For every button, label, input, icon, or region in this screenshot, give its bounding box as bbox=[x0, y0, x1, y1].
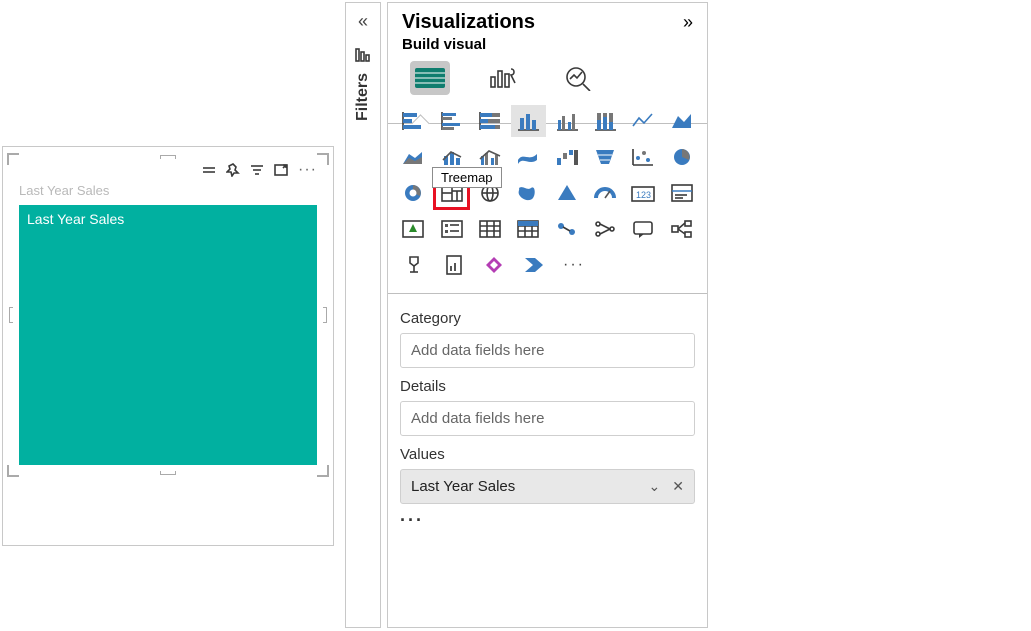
viz-stacked-column[interactable] bbox=[511, 105, 545, 137]
viz-power-apps[interactable] bbox=[476, 249, 512, 281]
well-details[interactable]: Add data fields here bbox=[400, 401, 695, 436]
well-details-label: Details bbox=[400, 378, 695, 395]
well-category-label: Category bbox=[400, 310, 695, 327]
analytics-icon bbox=[564, 65, 592, 91]
report-canvas[interactable]: ··· Last Year Sales Last Year Sales bbox=[2, 146, 334, 546]
build-visual-icon bbox=[414, 67, 446, 89]
viz-donut[interactable] bbox=[396, 177, 430, 209]
viz-line[interactable] bbox=[626, 105, 660, 137]
viz-clustered-bar[interactable] bbox=[434, 105, 468, 137]
visual-toolbar: ··· bbox=[13, 159, 323, 181]
viz-power-automate[interactable] bbox=[516, 249, 552, 281]
viz-paginated[interactable] bbox=[436, 249, 472, 281]
treemap-block-label: Last Year Sales bbox=[27, 211, 124, 227]
remove-field-icon[interactable]: ✕ bbox=[672, 478, 684, 495]
treemap-visual-card: ··· Last Year Sales Last Year Sales bbox=[13, 159, 323, 471]
selected-visual[interactable]: ··· Last Year Sales Last Year Sales bbox=[13, 159, 323, 471]
viz-clustered-column[interactable] bbox=[550, 105, 584, 137]
more-options-icon[interactable]: ··· bbox=[298, 161, 317, 179]
viz-kpi[interactable] bbox=[396, 213, 430, 245]
field-wells: Category Add data fields here Details Ad… bbox=[388, 294, 707, 504]
pin-icon[interactable] bbox=[226, 163, 240, 177]
viz-goals[interactable] bbox=[396, 249, 432, 281]
viz-card[interactable]: 123 bbox=[626, 177, 660, 209]
treemap-block[interactable]: Last Year Sales bbox=[19, 205, 317, 465]
more-options-icon[interactable]: ··· bbox=[388, 504, 707, 537]
visualizations-pane: Visualizations » Build visual Treemap bbox=[387, 2, 708, 628]
viz-stacked-area[interactable] bbox=[396, 141, 430, 173]
viz-pie[interactable] bbox=[665, 141, 699, 173]
viz-filled-map[interactable] bbox=[511, 177, 545, 209]
tab-analytics[interactable] bbox=[558, 61, 598, 95]
filters-label: Filters bbox=[354, 73, 372, 121]
tab-format-visual[interactable] bbox=[484, 61, 524, 95]
tab-build-visual[interactable] bbox=[410, 61, 450, 95]
filter-icon[interactable] bbox=[250, 164, 264, 176]
expand-filters-icon[interactable]: « bbox=[358, 11, 368, 32]
treemap-tooltip: Treemap bbox=[432, 167, 502, 188]
viz-stacked-bar[interactable] bbox=[396, 105, 430, 137]
format-visual-icon bbox=[489, 65, 519, 91]
viz-funnel[interactable] bbox=[588, 141, 622, 173]
viz-matrix[interactable] bbox=[511, 213, 545, 245]
viz-stacked-column-100[interactable] bbox=[588, 105, 622, 137]
chevron-down-icon[interactable]: ⌄ bbox=[649, 478, 661, 495]
filters-icon bbox=[355, 48, 371, 67]
viz-multi-row-card[interactable] bbox=[665, 177, 699, 209]
drag-icon[interactable] bbox=[202, 165, 216, 175]
viz-decomposition-tree[interactable] bbox=[665, 213, 699, 245]
focus-mode-icon[interactable] bbox=[274, 164, 288, 176]
filters-pane-collapsed[interactable]: « Filters bbox=[345, 2, 381, 628]
viz-waterfall[interactable] bbox=[550, 141, 584, 173]
well-values-label: Values bbox=[400, 446, 695, 463]
viz-key-influencers[interactable] bbox=[588, 213, 622, 245]
well-values-item: Last Year Sales bbox=[411, 478, 515, 495]
well-values[interactable]: Last Year Sales ⌄ ✕ bbox=[400, 469, 695, 504]
well-category[interactable]: Add data fields here bbox=[400, 333, 695, 368]
svg-text:123: 123 bbox=[636, 190, 651, 200]
viz-gauge[interactable] bbox=[588, 177, 622, 209]
viz-r-visual[interactable] bbox=[550, 213, 584, 245]
viz-stacked-bar-100[interactable] bbox=[473, 105, 507, 137]
viz-scatter[interactable] bbox=[626, 141, 660, 173]
pane-subtitle: Build visual bbox=[388, 36, 707, 59]
collapse-pane-icon[interactable]: » bbox=[683, 12, 693, 33]
viz-q-and-a[interactable] bbox=[626, 213, 660, 245]
viz-azure-map[interactable] bbox=[550, 177, 584, 209]
viz-more-visuals[interactable]: ··· bbox=[556, 249, 592, 281]
viz-slicer[interactable] bbox=[434, 213, 468, 245]
visual-title: Last Year Sales bbox=[13, 181, 323, 202]
viz-ribbon[interactable] bbox=[511, 141, 545, 173]
viz-area[interactable] bbox=[665, 105, 699, 137]
viz-table[interactable] bbox=[473, 213, 507, 245]
pane-title: Visualizations bbox=[402, 11, 535, 34]
viz-tabstrip bbox=[388, 59, 707, 105]
